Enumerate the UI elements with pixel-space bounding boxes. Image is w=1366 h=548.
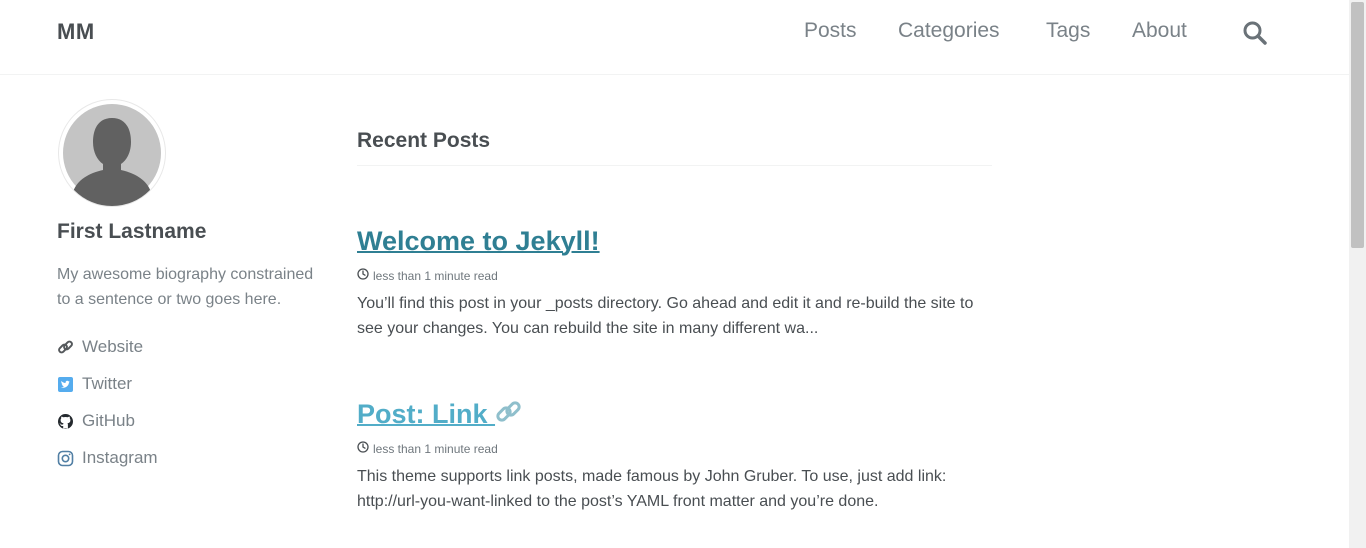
twitter-icon xyxy=(57,376,74,393)
search-icon[interactable] xyxy=(1242,20,1268,46)
author-link-website[interactable]: Website xyxy=(57,337,143,357)
github-icon xyxy=(57,413,74,430)
post-title-link[interactable]: Post: Link xyxy=(357,399,523,430)
post-meta: less than 1 minute read xyxy=(357,441,498,456)
scrollbar-thumb[interactable] xyxy=(1351,2,1364,248)
clock-icon xyxy=(357,268,369,283)
author-name: First Lastname xyxy=(57,220,207,243)
post-excerpt: You’ll find this post in your _posts dir… xyxy=(357,295,974,337)
post-title-text: Post: Link xyxy=(357,399,488,429)
author-link-label: Website xyxy=(82,337,144,356)
avatar xyxy=(58,99,166,207)
post-title-link[interactable]: Welcome to Jekyll! xyxy=(357,226,600,257)
author-link-instagram[interactable]: Instagram xyxy=(57,448,158,468)
link-icon xyxy=(57,339,74,356)
nav-posts[interactable]: Posts xyxy=(804,19,857,43)
link-icon xyxy=(495,399,523,429)
author-bio: My awesome biography constrained to a se… xyxy=(57,266,314,308)
site-title-link[interactable]: MM xyxy=(57,19,95,45)
masthead: MM Posts Categories Tags About xyxy=(0,0,1349,75)
vertical-scrollbar[interactable] xyxy=(1349,0,1366,548)
author-link-github[interactable]: GitHub xyxy=(57,411,135,431)
post-meta: less than 1 minute read xyxy=(357,268,498,283)
author-link-twitter[interactable]: Twitter xyxy=(57,374,132,394)
section-title: Recent Posts xyxy=(357,129,992,166)
nav-tags[interactable]: Tags xyxy=(1046,19,1090,43)
author-link-label: GitHub xyxy=(82,411,135,430)
read-time: less than 1 minute read xyxy=(373,441,498,456)
author-link-label: Twitter xyxy=(82,374,133,393)
instagram-icon xyxy=(57,450,74,467)
author-link-label: Instagram xyxy=(82,448,158,467)
nav-categories[interactable]: Categories xyxy=(898,19,1000,43)
post-excerpt: This theme supports link posts, made fam… xyxy=(357,468,947,510)
read-time: less than 1 minute read xyxy=(373,268,498,283)
nav-about[interactable]: About xyxy=(1132,19,1187,43)
clock-icon xyxy=(357,441,369,456)
